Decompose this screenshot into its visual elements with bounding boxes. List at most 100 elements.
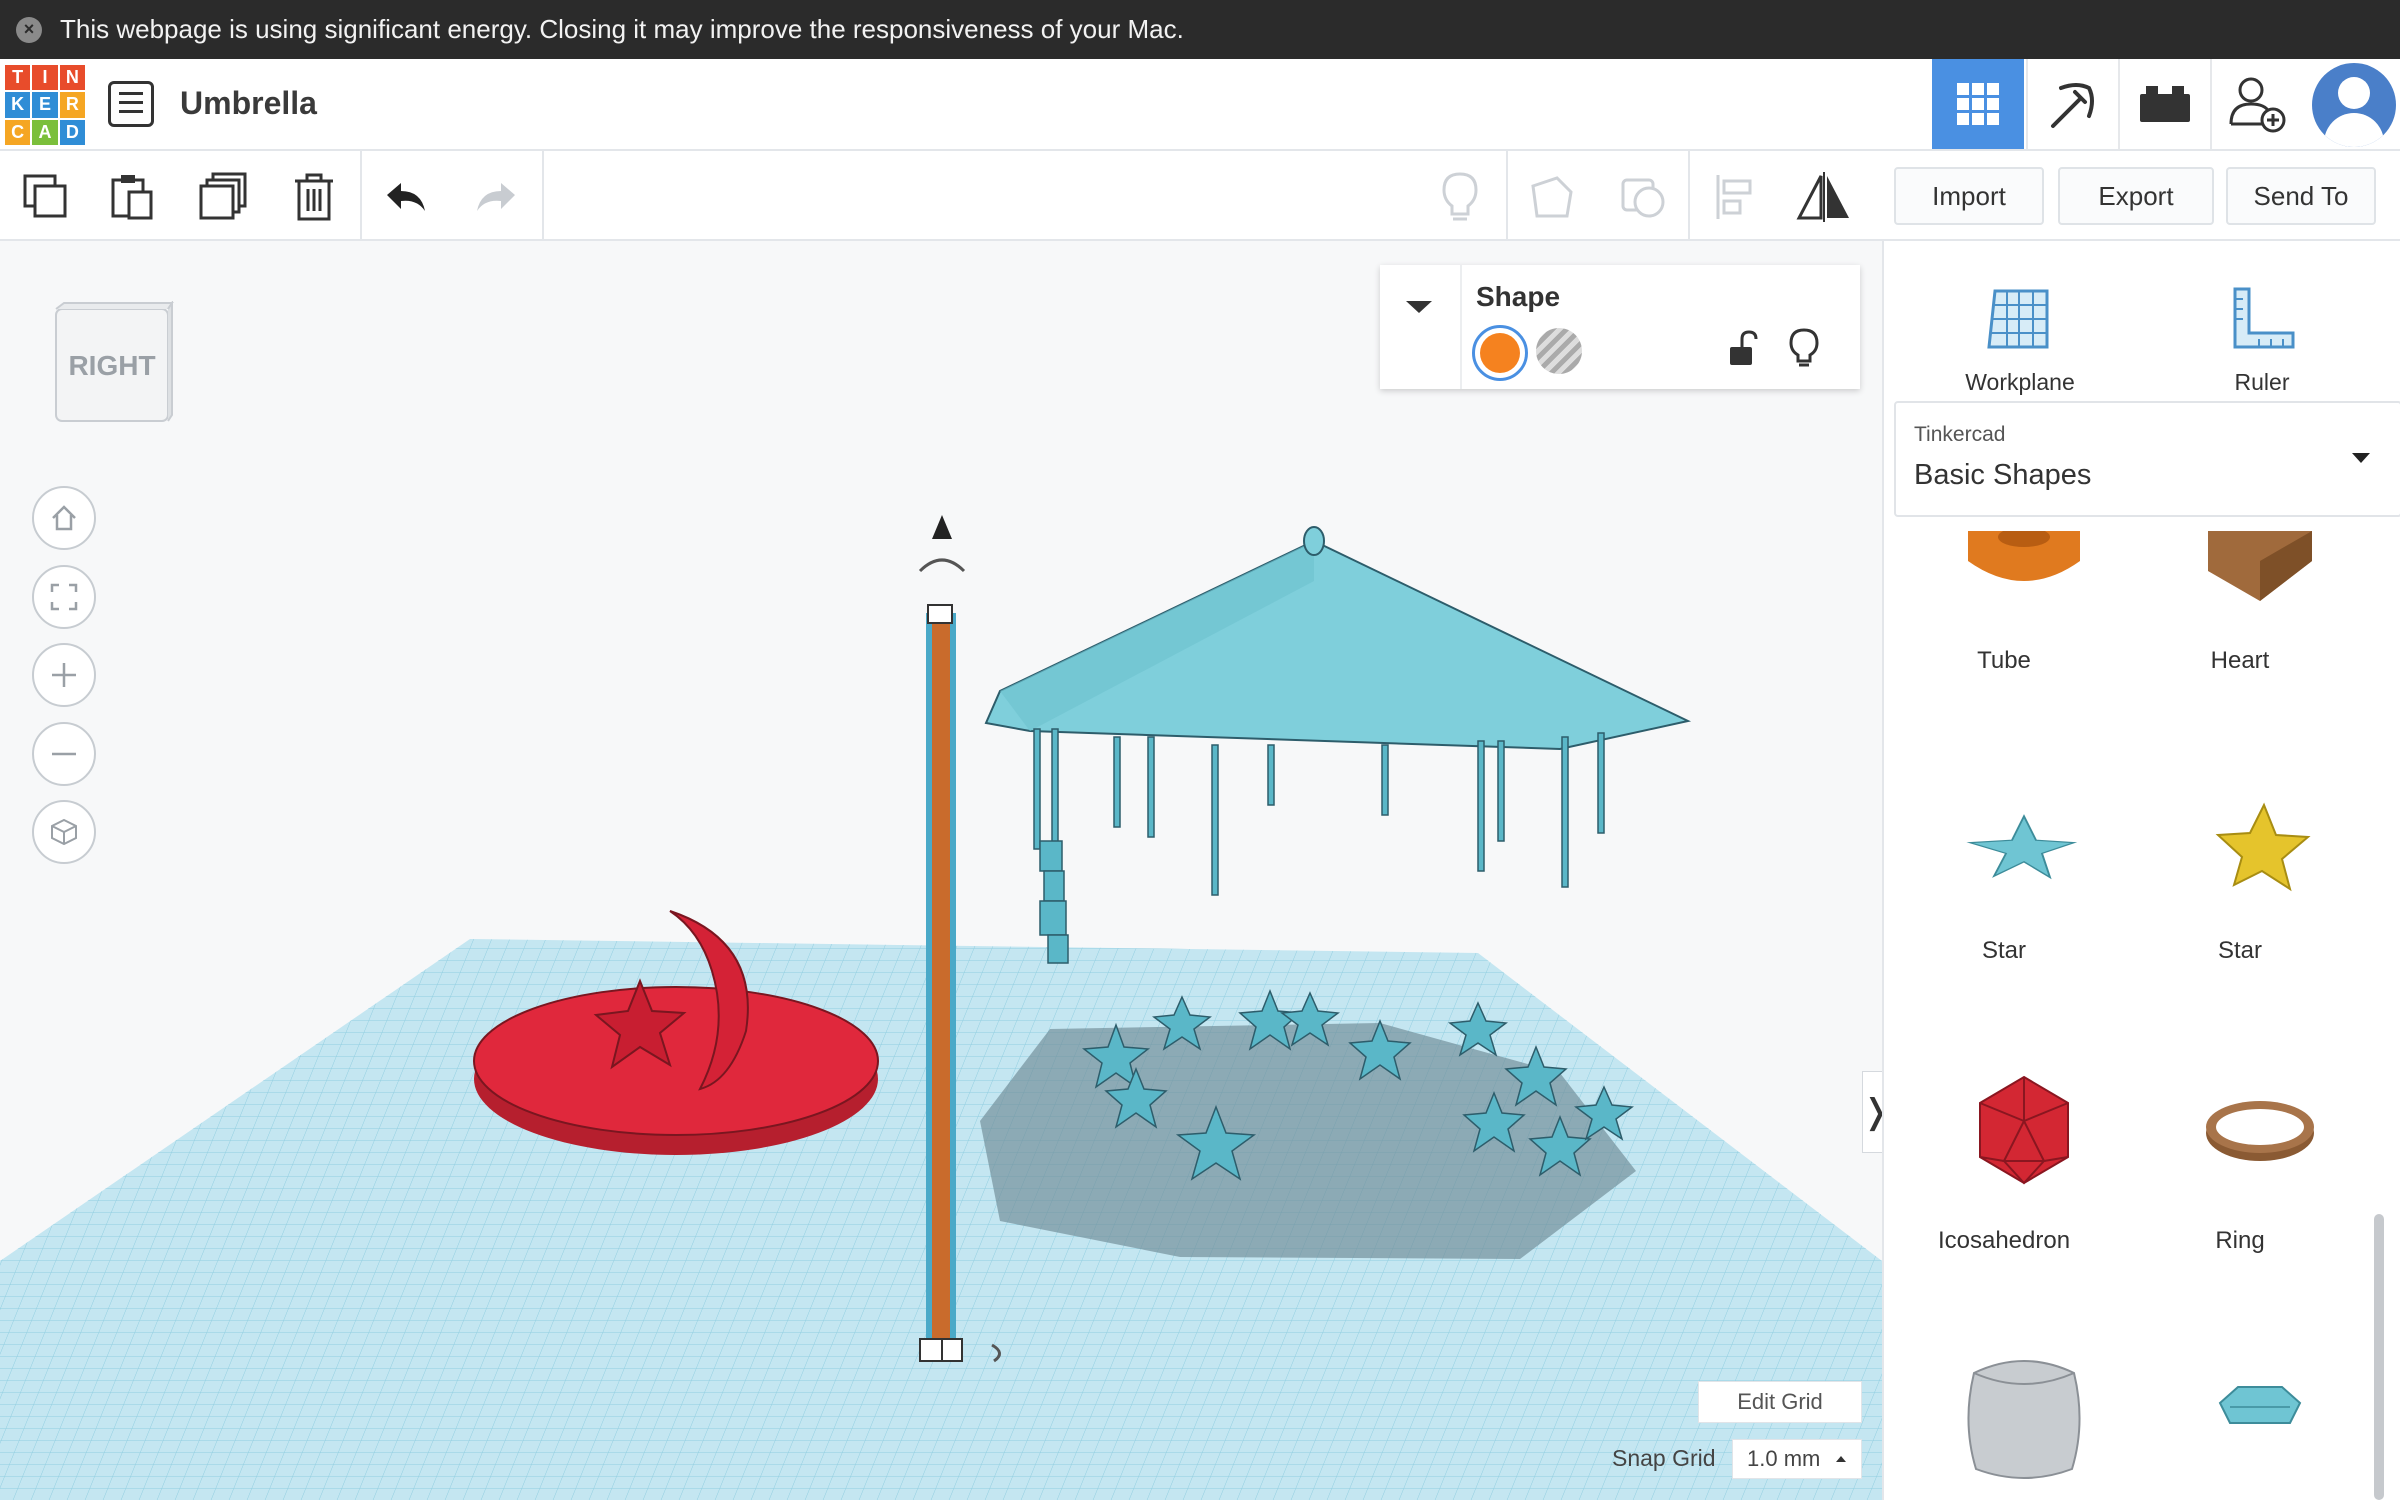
lightbulb-icon (1442, 172, 1478, 221)
ruler-button[interactable]: Ruler (2162, 261, 2362, 395)
invite-user-button[interactable] (2210, 59, 2302, 149)
snap-grid-value: 1.0 mm (1747, 1446, 1821, 1471)
logo-letter: E (32, 92, 58, 118)
collapse-panel-button[interactable]: ❭ (1862, 1071, 1882, 1153)
icosahedron-icon (1979, 1075, 2069, 1185)
workplane-button[interactable]: Workplane (1920, 261, 2120, 395)
shapes-panel: Workplane Ruler Tinkercad Basic Shapes T… (1882, 241, 2400, 1500)
brick-icon (2140, 86, 2190, 122)
library-name: Basic Shapes (1914, 459, 2092, 491)
shape-inspector: Shape (1380, 265, 1860, 389)
user-avatar[interactable] (2312, 63, 2396, 147)
lock-button[interactable] (1726, 329, 1760, 374)
mirror-button[interactable] (1794, 167, 1854, 227)
unlock-icon (1730, 330, 1758, 365)
ring-icon (2206, 1101, 2314, 1161)
tube-icon (1968, 527, 2080, 581)
view-cube[interactable]: RIGHT (52, 299, 176, 429)
home-view-button[interactable] (32, 486, 96, 550)
logo-letter: D (59, 119, 85, 145)
heart-icon (2208, 531, 2312, 601)
caret-up-icon (1836, 1456, 1847, 1462)
lightbulb-icon (1789, 328, 1819, 367)
align-icon (1716, 175, 1752, 219)
ring-shape[interactable] (2190, 1061, 2330, 1201)
snap-grid-select[interactable]: 1.0 mm (1732, 1439, 1862, 1479)
ungroup-button[interactable] (1614, 167, 1674, 227)
delete-button[interactable] (284, 167, 344, 227)
logo-letter: K (5, 92, 31, 118)
3d-view-tab[interactable] (1932, 59, 2024, 149)
redo-icon (477, 183, 515, 211)
codeblocks-tab[interactable] (2026, 59, 2118, 149)
rounded-cube-shape[interactable] (1954, 1343, 2094, 1483)
logo-letter: N (59, 65, 85, 91)
copy-button[interactable] (16, 167, 76, 227)
chevron-right-icon: ❭ (1862, 1092, 1882, 1132)
ruler-icon (2233, 287, 2295, 349)
top-bar: TIN KER CAD Umbrella (0, 59, 2400, 151)
energy-warning-banner: × This webpage is using significant ener… (0, 0, 2400, 59)
pickaxe-icon (2051, 83, 2094, 128)
snap-grid-label: Snap Grid (1612, 1445, 1716, 1471)
gem-icon (2218, 1386, 2302, 1424)
design-list-button[interactable] (108, 81, 154, 127)
align-button[interactable] (1704, 167, 1764, 227)
export-button[interactable]: Export (2058, 167, 2214, 225)
send-to-button[interactable]: Send To (2226, 167, 2376, 225)
close-banner-icon[interactable]: × (16, 16, 42, 43)
undo-icon (387, 183, 425, 211)
perspective-button[interactable] (32, 800, 96, 864)
zoom-out-button[interactable] (32, 722, 96, 786)
shape-panel-title: Shape (1476, 281, 1561, 312)
star-shape-yellow[interactable] (2190, 775, 2330, 915)
duplicate-icon (199, 172, 247, 220)
group-button[interactable] (1522, 167, 1582, 227)
import-button[interactable]: Import (1894, 167, 2044, 225)
shape-label-tube: Tube (1977, 647, 2031, 674)
paste-button[interactable] (102, 167, 162, 227)
shape-library-select[interactable]: Tinkercad Basic Shapes (1894, 401, 2400, 517)
tinkercad-logo[interactable]: TIN KER CAD (5, 65, 85, 145)
edit-grid-button[interactable]: Edit Grid (1698, 1381, 1862, 1423)
zoom-in-button[interactable] (32, 643, 96, 707)
3d-workspace[interactable]: RIGHT Shape Edit Grid Snap Grid 1.0 mm (0, 241, 1882, 1500)
logo-letter: C (5, 119, 31, 145)
notes-button[interactable] (1430, 167, 1490, 227)
library-provider: Tinkercad (1914, 423, 2006, 446)
panel-scrollbar[interactable] (2374, 1214, 2384, 1500)
view-cube-face-label: RIGHT (68, 350, 155, 381)
icosahedron-shape[interactable] (1954, 1061, 2094, 1201)
logo-letter: T (5, 65, 31, 91)
scene-canvas[interactable] (0, 241, 1882, 1500)
shape-label-icosahedron: Icosahedron (1937, 1227, 2071, 1254)
ungroup-icon (1621, 178, 1665, 218)
star-icon (2215, 802, 2311, 892)
plus-icon (52, 663, 76, 687)
gem-shape[interactable] (2190, 1343, 2330, 1483)
design-title[interactable]: Umbrella (180, 85, 317, 122)
minus-icon (52, 752, 76, 756)
fit-view-button[interactable] (32, 565, 96, 629)
home-icon (52, 505, 76, 531)
duplicate-button[interactable] (194, 167, 254, 227)
hole-button[interactable] (1536, 328, 1582, 374)
chevron-down-icon (2352, 453, 2370, 463)
star-icon (1966, 814, 2078, 880)
solid-color-button[interactable] (1472, 325, 1528, 381)
redo-button[interactable] (466, 167, 526, 227)
undo-button[interactable] (376, 167, 436, 227)
add-user-icon (2229, 77, 2286, 133)
shape-label-star: Star (1981, 937, 2026, 964)
paste-icon (111, 175, 153, 220)
workplane-icon (1987, 289, 2049, 349)
star-shape-teal[interactable] (1954, 775, 2094, 915)
logo-letter: R (59, 92, 85, 118)
bricks-tab[interactable] (2118, 59, 2210, 149)
collapse-inspector-button[interactable] (1404, 297, 1434, 322)
workplane-label: Workplane (1965, 369, 2075, 395)
edit-toolbar: Import Export Send To (0, 151, 2400, 241)
visibility-button[interactable] (1788, 327, 1820, 374)
chevron-down-icon (1406, 301, 1432, 313)
rounded-box-icon (1967, 1360, 2081, 1479)
